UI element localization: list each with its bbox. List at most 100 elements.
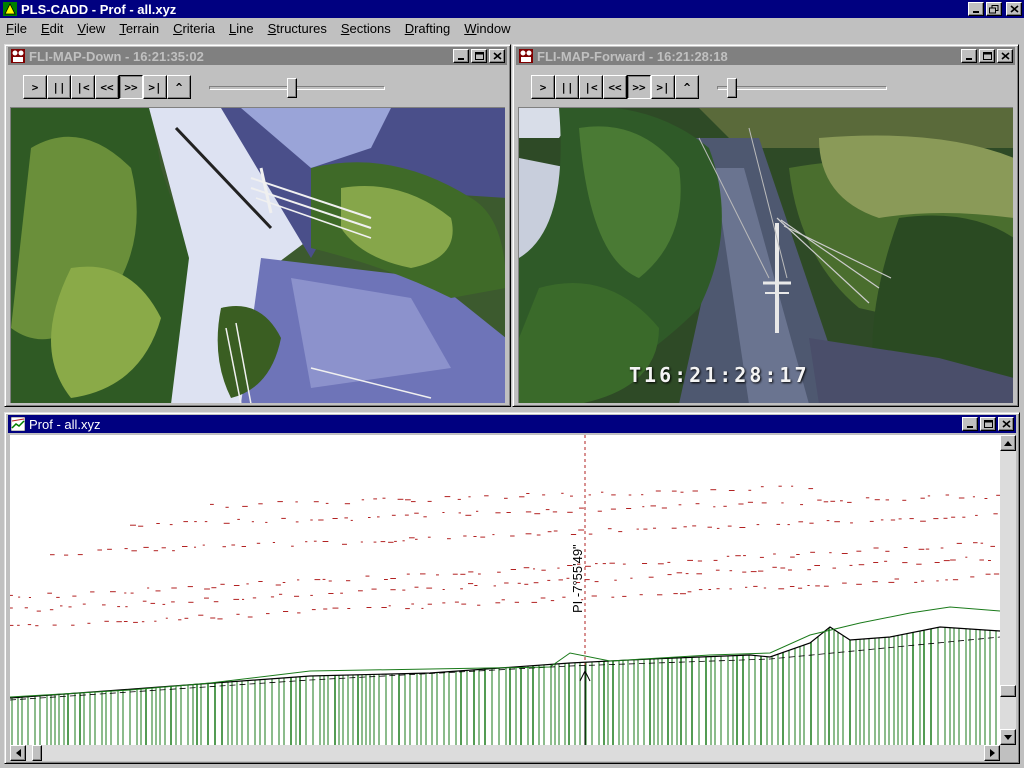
close-icon — [492, 52, 502, 60]
video-forward-go-start-button[interactable]: |< — [579, 75, 603, 99]
arrow-up-icon — [1004, 440, 1012, 446]
wire-scan-point — [204, 521, 208, 523]
menu-sections[interactable]: Sections — [335, 21, 399, 36]
wire-scan-point — [150, 602, 156, 604]
wire-scan-point — [789, 586, 795, 587]
wire-scan-point — [165, 617, 168, 619]
menu-terrain[interactable]: Terrain — [113, 21, 167, 36]
video-down-title-bar[interactable]: FLI-MAP-Down - 16:21:35:02 — [8, 47, 507, 65]
wire-scan-point — [951, 516, 956, 518]
profile-window[interactable]: Prof - all.xyz PI -7°55'49" — [4, 412, 1020, 764]
video-forward-close-button[interactable] — [997, 49, 1013, 63]
wire-scan-point — [454, 601, 459, 603]
video-forward-play-button[interactable]: > — [531, 75, 555, 99]
wire-scan-point — [698, 589, 703, 591]
wire-scan-point — [468, 496, 471, 498]
video-forward-fast-forward-button[interactable]: >> — [627, 75, 651, 99]
wire-scan-point — [780, 567, 786, 569]
wire-scan-point — [402, 589, 406, 591]
wire-scan-point — [739, 527, 746, 528]
scroll-right-button[interactable] — [984, 745, 1000, 761]
restore-button[interactable] — [986, 2, 1002, 16]
vertical-scroll-thumb[interactable] — [1000, 685, 1016, 697]
profile-minimize-button[interactable] — [962, 417, 978, 431]
scroll-left-button[interactable] — [10, 745, 26, 761]
video-down-slider-thumb[interactable] — [287, 78, 298, 98]
wire-scan-point — [547, 531, 552, 533]
wire-scan-point — [776, 523, 781, 525]
wire-scan-point — [661, 507, 667, 509]
wire-scan-point — [117, 606, 121, 608]
profile-close-button[interactable] — [998, 417, 1014, 431]
video-down-play-button[interactable]: > — [23, 75, 47, 99]
profile-vertical-scrollbar[interactable] — [1000, 435, 1016, 745]
menu-window[interactable]: Window — [458, 21, 518, 36]
app-title-bar[interactable]: PLS-CADD - Prof - all.xyz — [0, 0, 1024, 18]
menu-drafting[interactable]: Drafting — [399, 21, 459, 36]
wire-scan-point — [950, 559, 956, 561]
video-forward-minimize-button[interactable] — [961, 49, 977, 63]
profile-title-bar[interactable]: Prof - all.xyz — [8, 415, 1016, 433]
video-camera-icon — [519, 49, 533, 63]
video-down-go-end-button[interactable]: >| — [143, 75, 167, 99]
video-down-maximize-button[interactable] — [471, 49, 487, 63]
wire-scan-point — [984, 498, 988, 499]
profile-horizontal-scrollbar[interactable] — [10, 745, 1000, 761]
menu-file[interactable]: File — [0, 21, 35, 36]
pls-cadd-app-icon[interactable] — [3, 2, 17, 16]
profile-canvas[interactable]: PI -7°55'49" — [10, 435, 1000, 745]
menu-line[interactable]: Line — [223, 21, 262, 36]
video-down-window[interactable]: FLI-MAP-Down - 16:21:35:02 > || |< << >> >| ^ — [4, 44, 511, 407]
menu-view[interactable]: View — [71, 21, 113, 36]
menu-criteria[interactable]: Criteria — [167, 21, 223, 36]
video-forward-window[interactable]: FLI-MAP-Forward - 16:21:28:18 > || |< << >> >… — [512, 44, 1019, 407]
wire-scan-point — [421, 607, 424, 609]
menu-structures[interactable]: Structures — [262, 21, 335, 36]
wire-scan-point — [447, 538, 451, 540]
video-down-fast-forward-button[interactable]: >> — [119, 75, 143, 99]
video-forward-rewind-button[interactable]: << — [603, 75, 627, 99]
close-button[interactable] — [1006, 2, 1022, 16]
scroll-up-button[interactable] — [1000, 435, 1016, 451]
video-down-rewind-button[interactable]: << — [95, 75, 119, 99]
wire-scan-point — [993, 513, 998, 515]
wire-scan-point — [344, 517, 348, 519]
wire-scan-point — [461, 603, 467, 605]
wire-scan-point — [332, 518, 338, 519]
video-down-eject-button[interactable]: ^ — [167, 75, 191, 99]
wire-scan-point — [291, 545, 294, 547]
menu-edit[interactable]: Edit — [35, 21, 71, 36]
scroll-down-button[interactable] — [1000, 729, 1016, 745]
wire-scan-point — [313, 501, 319, 503]
minimize-icon — [973, 11, 979, 13]
wire-scan-point — [36, 610, 41, 612]
wire-scan-point — [567, 511, 573, 513]
minimize-button[interactable] — [968, 2, 984, 16]
wire-scan-point — [642, 506, 645, 508]
profile-maximize-button[interactable] — [980, 417, 996, 431]
video-down-minimize-button[interactable] — [453, 49, 469, 63]
video-forward-slider[interactable] — [717, 78, 887, 98]
video-forward-go-end-button[interactable]: >| — [651, 75, 675, 99]
wire-scan-point — [648, 576, 654, 578]
profile-drawing[interactable] — [10, 435, 1000, 745]
video-down-pause-button[interactable]: || — [47, 75, 71, 99]
wire-scan-point — [920, 520, 926, 522]
horizontal-scroll-thumb[interactable] — [32, 745, 42, 761]
video-forward-maximize-button[interactable] — [979, 49, 995, 63]
video-forward-title-bar[interactable]: FLI-MAP-Forward - 16:21:28:18 — [516, 47, 1015, 65]
wire-scan-point — [506, 512, 511, 513]
wire-scan-point — [798, 587, 803, 589]
close-icon — [1009, 5, 1019, 13]
video-down-go-start-button[interactable]: |< — [71, 75, 95, 99]
video-down-close-button[interactable] — [489, 49, 505, 63]
wire-scan-point — [344, 503, 351, 505]
video-forward-slider-thumb[interactable] — [726, 78, 737, 98]
video-forward-eject-button[interactable]: ^ — [675, 75, 699, 99]
wire-scan-point — [958, 497, 965, 499]
wire-scan-point — [10, 607, 13, 609]
wire-scan-point — [125, 606, 128, 608]
video-forward-pause-button[interactable]: || — [555, 75, 579, 99]
video-down-slider[interactable] — [209, 78, 385, 98]
wire-scan-point — [973, 542, 978, 544]
